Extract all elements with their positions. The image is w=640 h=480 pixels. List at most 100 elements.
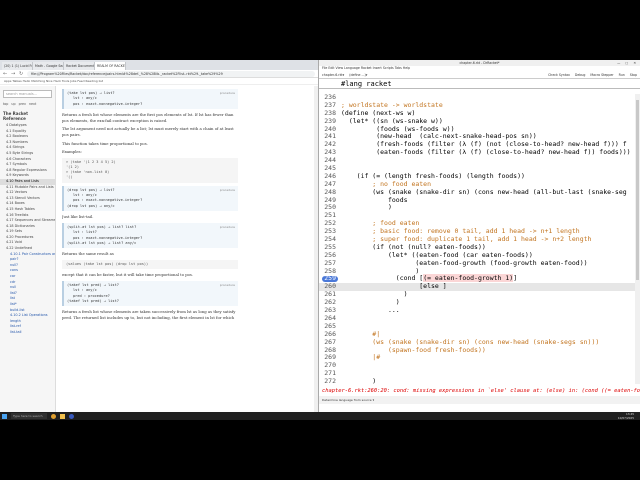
bookmarks-bar[interactable]: Apps Tables Hello Matching Nice Hack Too… <box>0 78 318 85</box>
browser-tab[interactable]: Math - Google Search <box>33 62 64 70</box>
example-line: '() <box>66 175 73 180</box>
editor-scroll-thumb[interactable] <box>636 100 639 280</box>
url-field[interactable]: file:///Program%20Files/Racket/doc/refer… <box>27 70 315 77</box>
drracket-title-bar: chapter-6.rkt - DrRacket* — ▢ ✕ <box>319 60 640 66</box>
drop-description: Just like list-tail. <box>62 214 94 220</box>
taskbar-search[interactable]: Type here to search <box>11 413 47 419</box>
explorer-icon[interactable] <box>60 413 65 419</box>
take-description: The lst argument need not actually be a … <box>62 126 234 137</box>
code-text: ... <box>341 306 400 315</box>
procedure-tag: procedure <box>219 282 235 287</box>
code-segment: (ws (snake (snake-dir sn) (cons new-head… <box>341 187 627 196</box>
code-line[interactable]: 270 <box>319 361 640 370</box>
code-segment: (fresh-foods (filter (λ (f) (not (close-… <box>341 140 627 149</box>
take-definition: procedure (take lst pos) → list? lst : a… <box>62 89 238 110</box>
chrome-icon[interactable] <box>51 413 56 419</box>
toc-subitem[interactable]: list-tail <box>0 330 55 336</box>
drracket-icon[interactable] <box>69 413 74 419</box>
run-button[interactable]: Run <box>619 73 625 77</box>
docs-nav: top up prev next <box>0 102 55 109</box>
taskbar: Type here to search 13:45 10/07/2025 <box>0 412 640 420</box>
clock-date: 10/07/2025 <box>617 416 634 420</box>
macro-stepper-button[interactable]: Macro Stepper <box>590 73 613 77</box>
code-text: (eaten-foods (filter (λ (f) (close-to-he… <box>341 148 631 157</box>
code-text: ) <box>341 204 392 212</box>
split-at-code: (values (take lst pos) (drop lst pos)) <box>62 260 238 270</box>
code-line[interactable]: 250 ) <box>319 204 640 212</box>
code-segment: [else ] <box>341 282 447 291</box>
split-at-signature[interactable]: (split-at lst pos) → list? any/c <box>67 241 235 246</box>
code-line[interactable]: 269 |# <box>319 353 640 362</box>
code-segment: (foods (ws-foods w)) <box>341 124 455 133</box>
drop-definition: procedure (drop lst pos) → list? lst : a… <box>62 185 238 212</box>
stop-button[interactable]: Stop <box>630 73 637 77</box>
address-bar-row: ← → ↻ file:///Program%20Files/Racket/doc… <box>0 70 318 78</box>
code-segment: (spawn-food fresh-foods)) <box>341 345 486 354</box>
windows-start-icon[interactable] <box>2 413 7 419</box>
code-text: ) <box>341 377 377 384</box>
takef-signature[interactable]: (takef lst pred) → list? <box>67 299 235 304</box>
code-segment: ; basic food: remove 0 tail, add 1 head … <box>341 227 580 236</box>
code-segment: ; food eaten <box>341 219 420 228</box>
code-segment: ) <box>341 203 392 212</box>
language-status[interactable]: Determine language from source ▾ <box>319 396 640 404</box>
toolbar: chapter-6.rkt▾ (define ...)▾ Check Synta… <box>319 71 640 79</box>
split-at-definition: procedure (split-at lst pos) → list? lis… <box>62 222 238 249</box>
code-editor[interactable]: 236 237; worldstate -> worldstate 238 (defi… <box>319 94 640 384</box>
browser-tab-active[interactable]: REALM OF RACKET - Ch... <box>95 62 126 70</box>
search-manuals-input[interactable]: search manuals... <box>3 90 52 98</box>
doc-content: procedure (take lst pos) → list? lst : a… <box>62 86 238 412</box>
takef-description: Returns a fresh list whose elements are … <box>62 309 236 321</box>
line-number: 272 <box>324 377 336 384</box>
code-text: |# <box>341 353 380 362</box>
docs-sidebar: search manuals... top up prev next The R… <box>0 86 56 412</box>
check-syntax-button[interactable]: Check Syntax <box>548 73 570 77</box>
define-dropdown[interactable]: (define ...)▾ <box>349 73 367 77</box>
nav-top-link[interactable]: top <box>3 102 8 106</box>
take-description: This function takes time proportional to… <box>62 140 148 146</box>
browser-tab[interactable]: Racket Documentation <box>64 62 95 70</box>
drracket-window: chapter-6.rkt - DrRacket* — ▢ ✕ File Edi… <box>318 60 640 412</box>
code-segment: ) <box>341 298 400 307</box>
error-message[interactable]: chapter-6.rkt:260:20: cond: missing expr… <box>319 386 640 396</box>
code-segment: ; worldstate -> worldstate <box>341 100 443 109</box>
nav-up-link[interactable]: up <box>11 102 15 106</box>
sidebar-title[interactable]: The Racket Reference <box>0 109 55 123</box>
code-segment: (new-head (calc-next-snake-head-pos sn)) <box>341 132 537 141</box>
split-at-description: except that it can be faster, but it wil… <box>62 272 194 278</box>
nav-next-link[interactable]: next <box>29 102 36 106</box>
code-segment: foods <box>341 195 408 204</box>
code-line[interactable]: 244 <box>319 156 640 165</box>
code-segment: (eaten-food-growth (food-growth eaten-fo… <box>341 258 588 267</box>
code-line[interactable]: 263 ... <box>319 306 640 315</box>
browser-window: (20) 1 (1) Lucid Fun Hesitl... Math - Go… <box>0 60 318 412</box>
nav-prev-link[interactable]: prev <box>19 102 26 106</box>
forward-arrow-icon[interactable]: → <box>11 71 16 77</box>
drop-signature[interactable]: (drop lst pos) → any/c <box>67 204 235 209</box>
back-arrow-icon[interactable]: ← <box>3 71 8 77</box>
browser-tab[interactable]: (20) 1 (1) Lucid Fun Hesitl... <box>2 62 33 70</box>
code-segment: ) <box>341 266 420 275</box>
reload-icon[interactable]: ↻ <box>19 71 24 77</box>
code-segment: (cond [ <box>341 274 424 283</box>
code-segment: ; super food: duplicate 1 tail, add 1 he… <box>341 235 592 244</box>
code-line[interactable]: 243 (eaten-foods (filter (λ (f) (close-t… <box>319 148 640 157</box>
file-dropdown[interactable]: chapter-6.rkt▾ <box>322 73 344 77</box>
takef-definition: procedure (takef lst pred) → list? lst :… <box>62 280 238 307</box>
browser-tab-bar: (20) 1 (1) Lucid Fun Hesitl... Math - Go… <box>0 60 318 70</box>
example-block: > (take '(1 2 3 4 5) 2) '(1 2) > (take '… <box>62 157 238 183</box>
taskbar-clock[interactable]: 13:45 10/07/2025 <box>618 412 634 420</box>
lang-line[interactable]: #lang racket <box>319 79 640 89</box>
code-segment: (eaten-foods (filter (λ (f) (close-to-he… <box>341 148 631 157</box>
toc-item[interactable]: 4.17 Sequences and Streams <box>0 218 55 224</box>
code-segment: (let* ((eaten-food (car eaten-foods)) <box>341 250 533 259</box>
code-line[interactable]: 264 <box>319 314 640 323</box>
examples-label: Examples: <box>62 149 82 155</box>
code-segment: ] <box>513 274 518 283</box>
window-controls[interactable]: — ▢ ✕ <box>617 60 638 66</box>
split-at-description: Returns the same result as <box>62 251 114 257</box>
code-line[interactable]: 272 ) <box>319 377 640 384</box>
debug-button[interactable]: Debug <box>575 73 585 77</box>
code-segment: ) <box>341 377 377 384</box>
procedure-tag: procedure <box>219 91 235 95</box>
